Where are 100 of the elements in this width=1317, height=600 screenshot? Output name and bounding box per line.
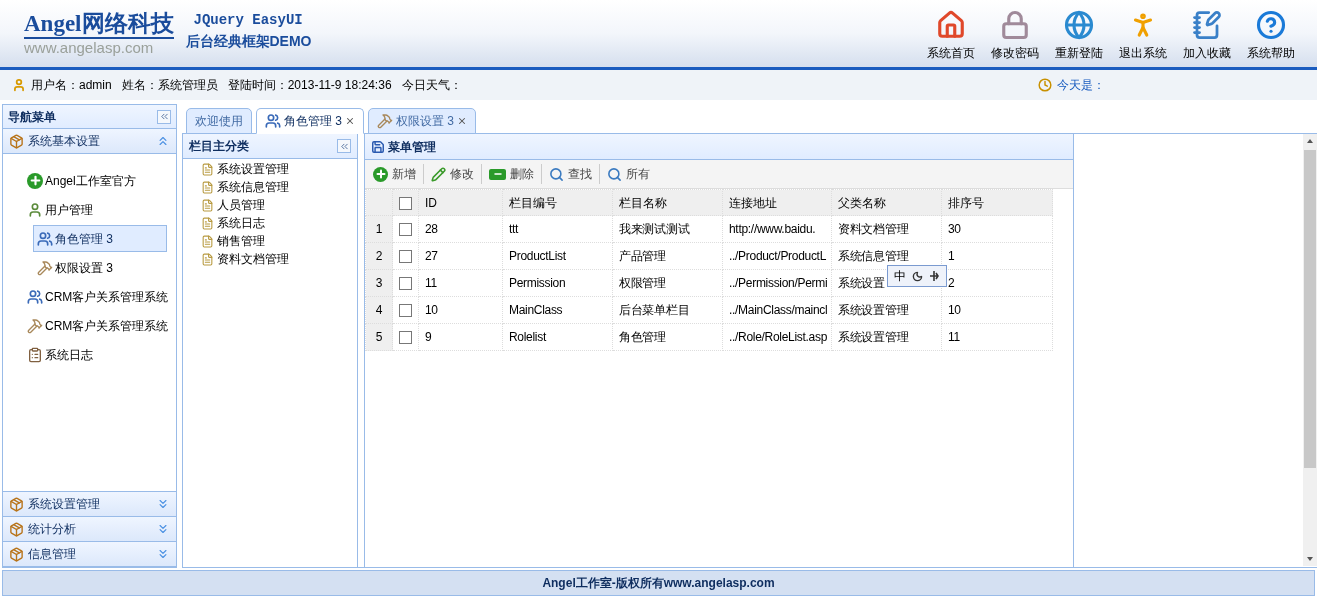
- toolbar-button[interactable]: 新增: [369, 162, 420, 186]
- document-icon: [201, 198, 214, 212]
- header-button[interactable]: 重新登陆: [1049, 5, 1109, 62]
- table-cell: 权限管理: [612, 269, 723, 297]
- close-icon[interactable]: [457, 116, 468, 126]
- nav-item[interactable]: Angel工作室官方: [23, 167, 176, 194]
- row-number: 3: [365, 269, 393, 297]
- column-header[interactable]: 连接地址: [722, 189, 832, 216]
- expand-icon[interactable]: [156, 497, 170, 511]
- checkbox[interactable]: [399, 331, 412, 345]
- table-cell: ttt: [502, 215, 613, 243]
- collapse-button[interactable]: [337, 139, 351, 153]
- user-icon: [12, 78, 26, 92]
- table-cell: 系统设置管理: [831, 323, 942, 351]
- toolbar-button[interactable]: 删除: [485, 162, 538, 186]
- accordion-title: 系统设置管理: [28, 496, 101, 513]
- copyright-text: Angel工作室-版权所有www.angelasp.com: [542, 575, 775, 592]
- box-icon: [9, 496, 24, 512]
- header-button[interactable]: 修改密码: [985, 5, 1045, 62]
- table-cell: 10: [941, 296, 1053, 324]
- table-cell: ../Product/ProductL: [722, 242, 832, 270]
- pencil-icon: [431, 166, 446, 182]
- checkbox[interactable]: [399, 304, 412, 318]
- plus-icon: [373, 166, 388, 182]
- row-number: 4: [365, 296, 393, 324]
- checkbox[interactable]: [399, 196, 412, 210]
- tab[interactable]: 欢迎使用: [186, 108, 252, 134]
- accordion-header[interactable]: 系统设置管理: [3, 492, 176, 517]
- document-icon: [201, 180, 214, 194]
- tree-item[interactable]: 系统信息管理: [201, 178, 357, 196]
- accordion-header[interactable]: 统计分析: [3, 517, 176, 542]
- document-icon: [201, 216, 214, 230]
- tree-item[interactable]: 销售管理: [201, 232, 357, 250]
- logo-title: Angel网络科技: [24, 10, 174, 39]
- plus-icon: [27, 172, 43, 189]
- column-header[interactable]: 栏目编号: [502, 189, 613, 216]
- tree-item[interactable]: 系统设置管理: [201, 160, 357, 178]
- accordion-title: 系统基本设置: [28, 133, 101, 150]
- accordion-header[interactable]: 系统基本设置: [3, 129, 176, 154]
- header-button[interactable]: 系统首页: [921, 5, 981, 62]
- tree-item[interactable]: 人员管理: [201, 196, 357, 214]
- close-icon[interactable]: [345, 116, 355, 126]
- table-cell: http://www.baidu.: [722, 215, 832, 243]
- nav-item[interactable]: 系统日志: [23, 341, 176, 368]
- scrollbar[interactable]: [1303, 134, 1317, 566]
- header-button[interactable]: 退出系统: [1113, 5, 1173, 62]
- table-cell: 角色管理: [612, 323, 723, 351]
- expand-icon[interactable]: [156, 522, 170, 536]
- checkbox[interactable]: [399, 223, 412, 237]
- nav-item[interactable]: 权限设置 3: [33, 254, 176, 281]
- table-cell: 27: [418, 242, 503, 270]
- box-icon: [9, 521, 24, 537]
- table-cell: 11: [418, 269, 503, 297]
- expand-icon[interactable]: [156, 547, 170, 561]
- checkbox[interactable]: [399, 277, 412, 291]
- table-cell: 产品管理: [612, 242, 723, 270]
- table-cell: 28: [418, 215, 503, 243]
- notebook-pencil-icon: [1192, 9, 1222, 40]
- tree-item[interactable]: 资料文档管理: [201, 250, 357, 268]
- column-header[interactable]: 排序号: [941, 189, 1053, 216]
- row-number: 1: [365, 215, 393, 243]
- panel-title: 栏目主分类: [189, 138, 250, 155]
- row-number: 5: [365, 323, 393, 351]
- table-cell: Permission: [502, 269, 613, 297]
- column-header[interactable]: 父类名称: [831, 189, 942, 216]
- toolbar-button[interactable]: 所有: [603, 162, 654, 186]
- table-cell: ../MainClass/maincl: [722, 296, 832, 324]
- hammer-icon: [27, 317, 43, 334]
- accordion-header[interactable]: 信息管理: [3, 542, 176, 567]
- table-cell: 后台菜单栏目: [612, 296, 723, 324]
- nav-item[interactable]: 用户管理: [23, 196, 176, 223]
- table-cell: 我来测试测试: [612, 215, 723, 243]
- tree-item[interactable]: 系统日志: [201, 214, 357, 232]
- user-info: 用户名：admin 姓名：系统管理员 登陆时间：2013-11-9 18:24:36 今日天气：: [31, 77, 462, 94]
- toolbar-button[interactable]: 查找: [545, 162, 596, 186]
- column-header[interactable]: ID: [418, 189, 503, 216]
- checkbox[interactable]: [399, 250, 412, 264]
- nav-item[interactable]: 角色管理 3: [33, 225, 167, 252]
- toolbar-button[interactable]: 修改: [427, 162, 478, 186]
- clock-icon: [1038, 78, 1052, 92]
- nav-item[interactable]: CRM客户关系管理系统: [23, 283, 176, 310]
- collapse-icon[interactable]: [156, 134, 170, 148]
- logo-url: www.angelasp.com: [24, 38, 155, 57]
- header-button[interactable]: 加入收藏: [1177, 5, 1237, 62]
- header-button[interactable]: 系统帮助: [1241, 5, 1301, 62]
- users-icon: [27, 288, 43, 305]
- clipboard-icon: [27, 346, 43, 363]
- tab[interactable]: 角色管理 3: [256, 108, 364, 134]
- column-header[interactable]: 栏目名称: [612, 189, 723, 216]
- nav-item[interactable]: CRM客户关系管理系统: [23, 312, 176, 339]
- users-icon: [37, 230, 53, 247]
- subtitle: JQuery EasyUI: [193, 10, 304, 30]
- padlock-icon: [1000, 9, 1030, 40]
- tab[interactable]: 权限设置 3: [368, 108, 477, 134]
- user-icon: [27, 201, 43, 218]
- minus-icon: [489, 168, 506, 180]
- row-number: 2: [365, 242, 393, 270]
- accordion-title: 信息管理: [28, 546, 77, 563]
- nav-title: 导航菜单: [8, 108, 57, 126]
- table-cell: 资料文档管理: [831, 215, 942, 243]
